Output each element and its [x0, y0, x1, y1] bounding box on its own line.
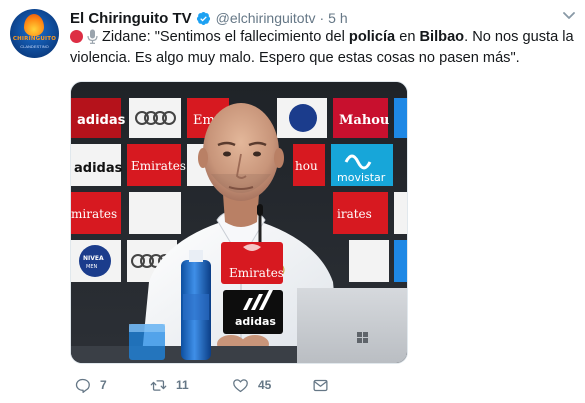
retweet-button[interactable]: 11	[150, 374, 189, 396]
retweet-count: 11	[176, 378, 189, 392]
heart-icon	[233, 378, 248, 392]
display-name[interactable]: El Chiringuito TV	[70, 10, 192, 27]
reply-count: 7	[100, 378, 107, 392]
svg-text:movistar: movistar	[337, 171, 386, 184]
tweet-photo[interactable]: adidas Emi Mahou adidas Emirates hou mov…	[70, 81, 408, 364]
tweet-text: Zidane: "Sentimos el fallecimiento del p…	[70, 27, 575, 69]
tweet-header: El Chiringuito TV @elchiringuitotv · 5 h	[70, 8, 348, 28]
red-circle-icon	[70, 30, 83, 43]
tweet-text-bold: Bilbao	[419, 29, 465, 45]
chevron-down-icon[interactable]	[563, 12, 575, 20]
avatar[interactable]: CHIRINGUITO CLANDESTINO	[10, 9, 59, 58]
tweet-actions: 7 11 45	[70, 374, 360, 396]
svg-text:mirates: mirates	[71, 207, 117, 221]
tweet: CHIRINGUITO CLANDESTINO El Chiringuito T…	[0, 0, 585, 403]
tweet-text-part: Zidane: "Sentimos el fallecimiento del	[102, 29, 349, 45]
svg-text:Emirates: Emirates	[131, 159, 186, 173]
svg-text:hou: hou	[295, 159, 318, 173]
mic-board-sponsor: Emirates	[229, 266, 284, 280]
svg-text:irates: irates	[337, 207, 372, 221]
handle[interactable]: @elchiringuitotv	[216, 10, 316, 26]
tweet-text-part: en	[395, 29, 420, 45]
separator-dot: ·	[319, 10, 325, 26]
flame-logo-icon	[24, 14, 44, 36]
reply-button[interactable]: 7	[74, 374, 107, 396]
svg-text:adidas: adidas	[77, 113, 126, 128]
svg-text:Mahou: Mahou	[339, 113, 389, 128]
timestamp[interactable]: 5 h	[328, 10, 347, 26]
envelope-icon	[313, 379, 328, 391]
press-conference-image: adidas Emi Mahou adidas Emirates hou mov…	[71, 82, 407, 363]
svg-text:MEN: MEN	[86, 264, 97, 270]
svg-text:adidas: adidas	[74, 161, 123, 176]
podium-sponsor: adidas	[235, 315, 276, 328]
verified-badge-icon	[196, 11, 210, 25]
retweet-icon	[150, 379, 167, 391]
microphone-icon	[87, 29, 98, 44]
svg-text:NIVEA: NIVEA	[83, 255, 104, 262]
avatar-logo-subtext: CLANDESTINO	[20, 44, 49, 49]
like-count: 45	[258, 378, 272, 392]
tweet-text-bold: policía	[348, 29, 396, 45]
like-button[interactable]: 45	[232, 374, 271, 396]
avatar-logo-text: CHIRINGUITO	[12, 36, 57, 42]
reply-icon	[75, 378, 90, 393]
direct-message-button[interactable]	[312, 374, 329, 396]
